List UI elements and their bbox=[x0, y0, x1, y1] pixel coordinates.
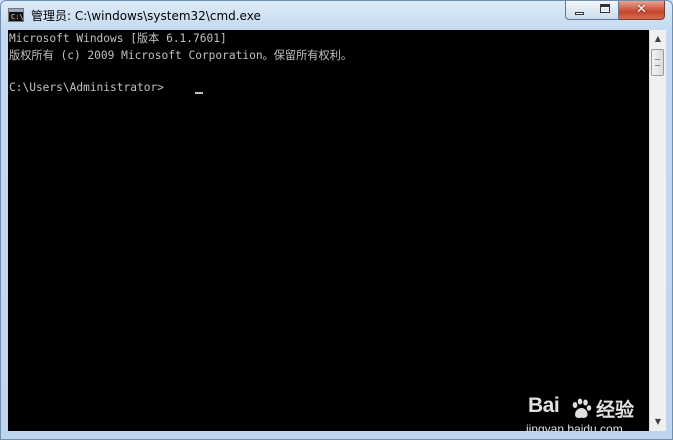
baidu-jingyan-watermark: Bai 经验 jingyan.baidu.com bbox=[526, 394, 648, 431]
console-line-version: Microsoft Windows [版本 6.1.7601] bbox=[9, 32, 227, 45]
watermark-product: 经验 bbox=[596, 399, 635, 421]
window-title: 管理员: C:\windows\system32\cmd.exe bbox=[31, 9, 261, 23]
scroll-down-button[interactable]: ▼ bbox=[650, 414, 666, 430]
vertical-scrollbar[interactable]: ▲ ▼ bbox=[649, 30, 666, 431]
close-button[interactable]: ✕ bbox=[619, 1, 665, 20]
paw-icon bbox=[572, 398, 592, 419]
watermark-url: jingyan.baidu.com bbox=[526, 422, 623, 431]
console-output[interactable]: Microsoft Windows [版本 6.1.7601] 版权所有 (c)… bbox=[8, 30, 649, 431]
minimize-button[interactable] bbox=[565, 1, 593, 20]
cmd-console-icon[interactable]: C:\ bbox=[8, 8, 24, 22]
scrollbar-thumb[interactable] bbox=[651, 49, 664, 76]
maximize-icon bbox=[600, 4, 610, 13]
maximize-button[interactable] bbox=[592, 1, 619, 20]
console-prompt[interactable]: C:\Users\Administrator> bbox=[9, 80, 164, 96]
console-line-copyright: 版权所有 (c) 2009 Microsoft Corporation。保留所有… bbox=[9, 49, 353, 62]
cmd-icon-glyph: C:\ bbox=[11, 13, 24, 21]
scroll-up-button[interactable]: ▲ bbox=[650, 31, 666, 47]
minimize-icon bbox=[575, 12, 584, 15]
title-bar[interactable]: C:\ 管理员: C:\windows\system32\cmd.exe ✕ bbox=[1, 1, 672, 30]
text-cursor bbox=[195, 92, 203, 94]
close-icon: ✕ bbox=[636, 2, 647, 17]
cmd-window: C:\ 管理员: C:\windows\system32\cmd.exe ✕ M… bbox=[0, 0, 673, 440]
watermark-brand: Bai bbox=[528, 394, 560, 417]
